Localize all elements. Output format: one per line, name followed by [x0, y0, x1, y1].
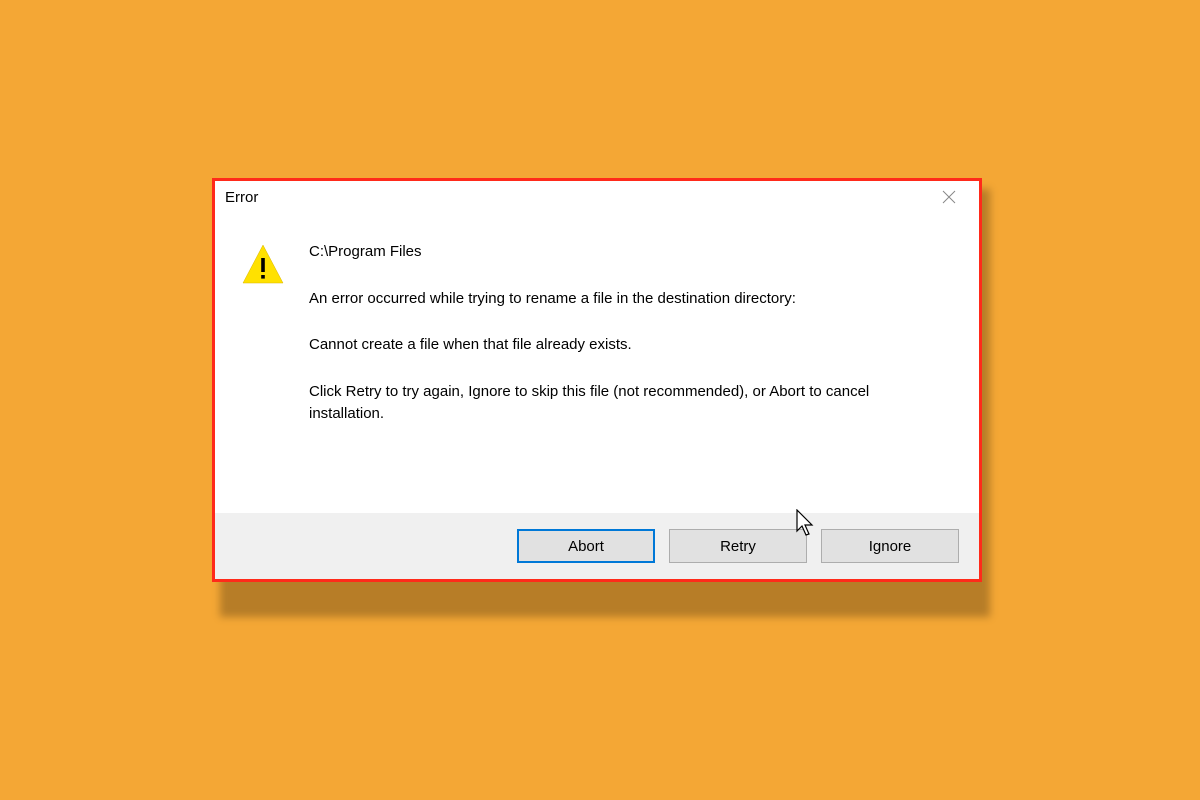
dialog-message-2: Cannot create a file when that file alre…: [309, 334, 943, 357]
message-column: C:\Program Files An error occurred while…: [309, 241, 943, 477]
dialog-path: C:\Program Files: [309, 241, 943, 264]
error-dialog: Error C:\Program Files An error occurred…: [212, 178, 982, 582]
icon-column: [241, 241, 309, 477]
dialog-button-bar: Abort Retry Ignore: [215, 513, 979, 579]
abort-button[interactable]: Abort: [517, 529, 655, 563]
warning-icon: [241, 272, 285, 289]
ignore-button[interactable]: Ignore: [821, 529, 959, 563]
dialog-titlebar[interactable]: Error: [215, 181, 979, 213]
dialog-content: C:\Program Files An error occurred while…: [215, 213, 979, 513]
dialog-title: Error: [225, 189, 258, 206]
close-icon[interactable]: [929, 190, 969, 204]
retry-button[interactable]: Retry: [669, 529, 807, 563]
dialog-message-3: Click Retry to try again, Ignore to skip…: [309, 381, 943, 426]
dialog-message-1: An error occurred while trying to rename…: [309, 288, 943, 311]
